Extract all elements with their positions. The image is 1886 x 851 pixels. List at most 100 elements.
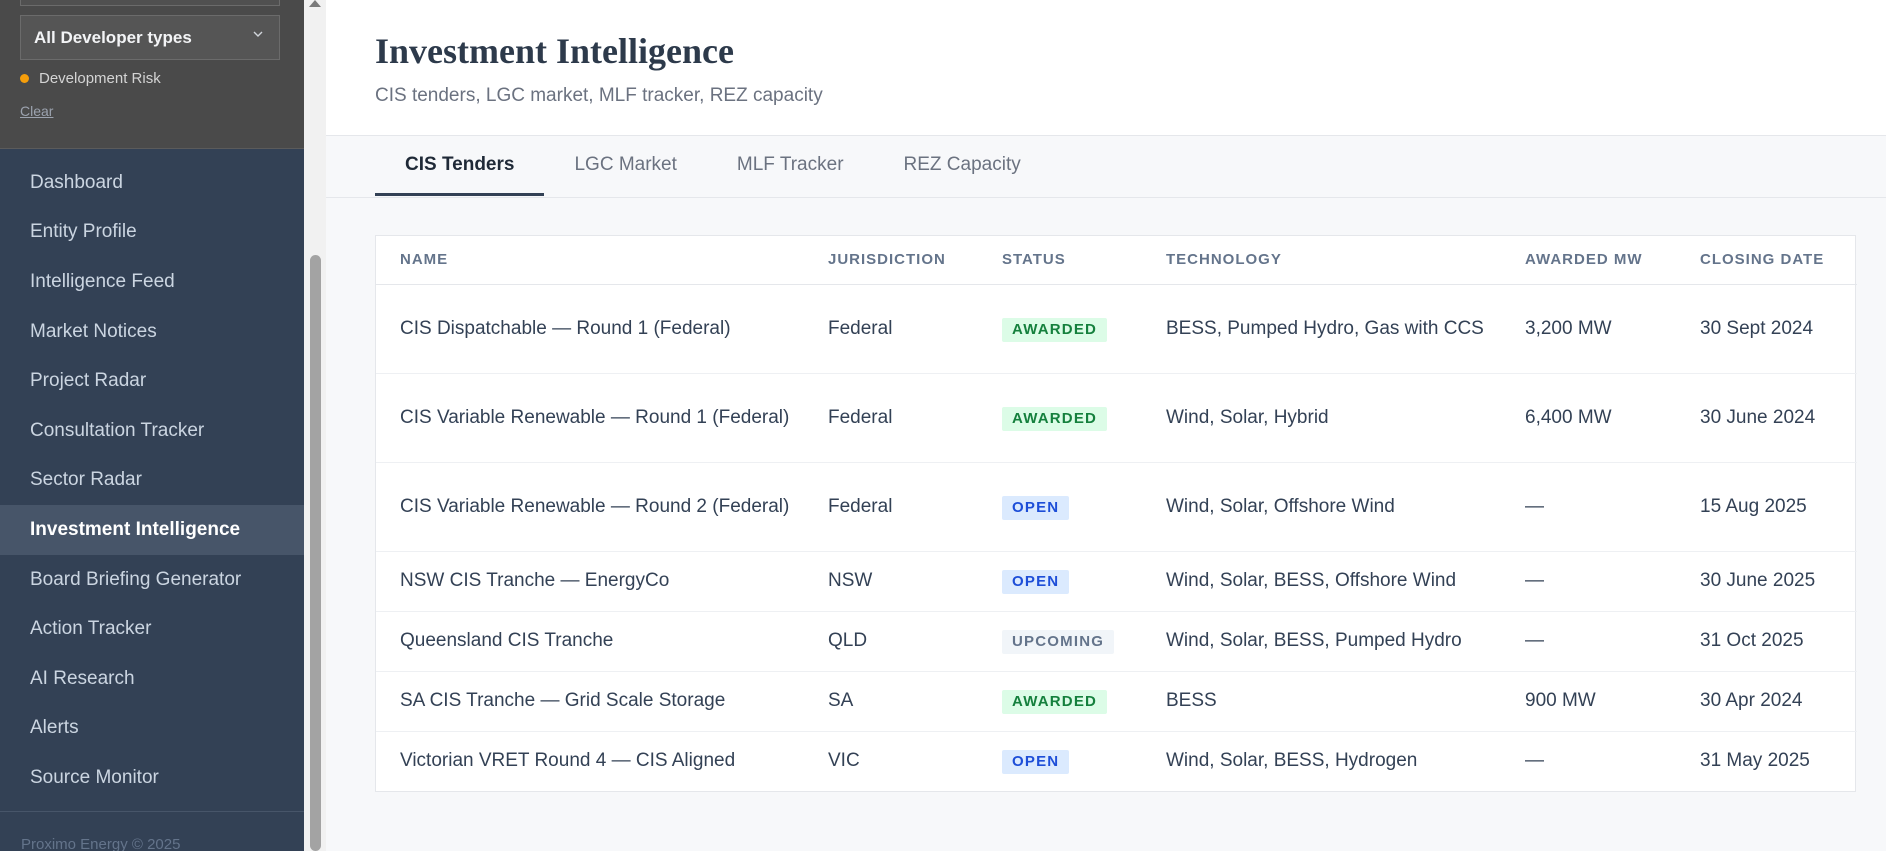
sidebar: All Developer types Development Risk Cle… (0, 0, 304, 851)
column-header-awarded-mw[interactable]: AWARDED MW (1501, 236, 1676, 285)
main-content: Investment Intelligence CIS tenders, LGC… (326, 0, 1886, 851)
table-header-row: NAME JURISDICTION STATUS TECHNOLOGY AWARDED … (376, 236, 1857, 285)
sidebar-item-label: Board Briefing Generator (30, 568, 242, 590)
table-row[interactable]: CIS Variable Renewable — Round 2 (Federa… (376, 462, 1857, 552)
status-badge: AWARDED (1002, 406, 1108, 431)
cell-name: Victorian VRET Round 4 — CIS Aligned (400, 750, 736, 772)
cell-name: Queensland CIS Tranche (376, 611, 804, 672)
table-row[interactable]: CIS Dispatchable — Round 1 (Federal) Fede… (376, 284, 1857, 374)
sidebar-item-label: Sector Radar (30, 469, 142, 491)
column-header-technology[interactable]: TECHNOLOGY (1142, 236, 1501, 285)
sidebar-scrollbar[interactable] (304, 0, 326, 851)
sidebar-item-dashboard[interactable]: Dashboard (0, 158, 304, 208)
cell-name: NSW CIS Tranche — EnergyCo (376, 551, 804, 612)
sidebar-item-label: Entity Profile (30, 221, 137, 243)
cell-awarded-mw: — (1501, 462, 1676, 552)
cell-technology: Wind, Solar, BESS, Offshore Wind (1142, 551, 1501, 612)
cell-jurisdiction: QLD (804, 611, 978, 672)
cell-jurisdiction: Federal (804, 462, 978, 552)
cell-technology: Wind, Solar, BESS, Hydrogen (1166, 750, 1418, 772)
developer-type-select-value: All Developer types (34, 27, 192, 47)
status-badge: OPEN (1002, 495, 1070, 520)
cis-tenders-table: NAME JURISDICTION STATUS TECHNOLOGY AWARDED … (375, 235, 1857, 792)
tab-lgc-market[interactable]: LGC Market (544, 136, 706, 196)
sidebar-item-label: Intelligence Feed (30, 270, 175, 292)
scrollbar-thumb[interactable] (310, 255, 321, 851)
cell-status: AWARDED (978, 373, 1142, 463)
sidebar-item-sector-radar[interactable]: Sector Radar (0, 456, 304, 506)
sidebar-item-board-briefing-generator[interactable]: Board Briefing Generator (0, 555, 304, 605)
sidebar-item-project-radar[interactable]: Project Radar (0, 356, 304, 406)
sidebar-item-ai-research[interactable]: AI Research (0, 654, 304, 704)
cell-name: CIS Variable Renewable — Round 2 (Federa… (376, 462, 804, 552)
column-header-status[interactable]: STATUS (978, 236, 1142, 285)
cell-status: AWARDED (978, 284, 1142, 374)
page-subtitle: CIS tenders, LGC market, MLF tracker, RE… (375, 85, 823, 106)
page-title: Investment Intelligence (375, 31, 734, 71)
cell-awarded-mw: 6,400 MW (1501, 373, 1676, 463)
column-header-name[interactable]: NAME (376, 236, 804, 285)
cell-awarded-mw: 3,200 MW (1501, 284, 1676, 374)
sidebar-item-market-notices[interactable]: Market Notices (0, 307, 304, 357)
sidebar-item-source-monitor[interactable]: Source Monitor (0, 753, 304, 803)
sidebar-item-entity-profile[interactable]: Entity Profile (0, 208, 304, 258)
column-header-jurisdiction[interactable]: JURISDICTION (804, 236, 978, 285)
column-header-closing-date[interactable]: CLOSING DATE (1676, 236, 1857, 285)
cell-jurisdiction: NSW (804, 551, 978, 612)
table-row[interactable]: NSW CIS Tranche — EnergyCo NSW OPEN Wind, S… (376, 551, 1857, 612)
page-header: Investment Intelligence CIS tenders, LGC… (326, 0, 1886, 136)
sidebar-item-consultation-tracker[interactable]: Consultation Tracker (0, 406, 304, 456)
sidebar-item-intelligence-feed[interactable]: Intelligence Feed (0, 257, 304, 307)
status-badge: OPEN (1002, 570, 1070, 594)
cell-status: OPEN (978, 462, 1142, 552)
status-badge: AWARDED (1002, 690, 1108, 714)
tab-mlf-tracker[interactable]: MLF Tracker (707, 136, 874, 196)
filter-chip-development-risk[interactable]: Development Risk (20, 70, 161, 87)
table-row[interactable]: SA CIS Tranche — Grid Scale Storage SA AWA… (376, 671, 1857, 732)
cell-name: SA CIS Tranche — Grid Scale Storage (376, 671, 804, 732)
cell-technology: BESS (1142, 671, 1501, 732)
cell-jurisdiction: Federal (804, 284, 978, 374)
sidebar-nav: Dashboard Entity Profile Intelligence Feed… (0, 158, 304, 803)
filter-chip-label: Development Risk (39, 70, 161, 87)
sidebar-item-label: Dashboard (30, 171, 123, 193)
table-row[interactable]: Victorian VRET Round 4 — CIS Aligned VIC O… (376, 731, 1857, 791)
cell-status: AWARDED (978, 671, 1142, 732)
clear-filters-link[interactable]: Clear (20, 103, 53, 119)
tab-rez-capacity[interactable]: REZ Capacity (874, 136, 1051, 196)
table-row[interactable]: CIS Variable Renewable — Round 1 (Federa… (376, 373, 1857, 463)
filter-input-stub[interactable] (20, 0, 280, 6)
cell-name: CIS Dispatchable — Round 1 (Federal) (376, 284, 804, 374)
cell-technology: BESS, Pumped Hydro, Gas with CCS (1142, 284, 1501, 374)
sidebar-item-investment-intelligence[interactable]: Investment Intelligence (0, 505, 304, 555)
cell-awarded-mw: — (1525, 750, 1544, 772)
scroll-up-arrow-icon[interactable] (309, 0, 321, 7)
tab-divider (326, 197, 1886, 198)
cell-closing-date: 30 Sept 2024 (1676, 284, 1857, 374)
developer-type-select[interactable]: All Developer types (20, 15, 280, 60)
sidebar-item-label: Action Tracker (30, 618, 152, 640)
status-badge: OPEN (1002, 750, 1070, 775)
chevron-down-icon (253, 31, 263, 37)
sidebar-footer: Proximo Energy © 2025 (0, 811, 304, 851)
tab-cis-tenders[interactable]: CIS Tenders (375, 136, 545, 196)
sidebar-item-label: Project Radar (30, 370, 147, 392)
table-row[interactable]: Queensland CIS Tranche QLD UPCOMING Wind, S… (376, 611, 1857, 672)
cell-jurisdiction: VIC (828, 750, 860, 772)
cell-status: OPEN (978, 551, 1142, 612)
cell-closing-date: 15 Aug 2025 (1676, 462, 1857, 552)
filter-panel: All Developer types Development Risk Cle… (0, 0, 304, 149)
cell-awarded-mw: — (1501, 611, 1676, 672)
sidebar-item-label: Investment Intelligence (30, 518, 241, 540)
sidebar-item-label: Source Monitor (30, 766, 159, 788)
cell-status: UPCOMING (978, 611, 1142, 672)
sidebar-item-alerts[interactable]: Alerts (0, 704, 304, 754)
cell-technology: Wind, Solar, Offshore Wind (1142, 462, 1501, 552)
status-badge: AWARDED (1002, 317, 1108, 342)
cell-closing-date: 31 Oct 2025 (1676, 611, 1857, 672)
sidebar-item-label: AI Research (30, 667, 135, 689)
sidebar-item-action-tracker[interactable]: Action Tracker (0, 604, 304, 654)
cell-name: CIS Variable Renewable — Round 1 (Federa… (376, 373, 804, 463)
cell-jurisdiction: SA (804, 671, 978, 732)
tab-bar: CIS Tenders LGC Market MLF Tracker REZ Capa… (375, 136, 1051, 196)
